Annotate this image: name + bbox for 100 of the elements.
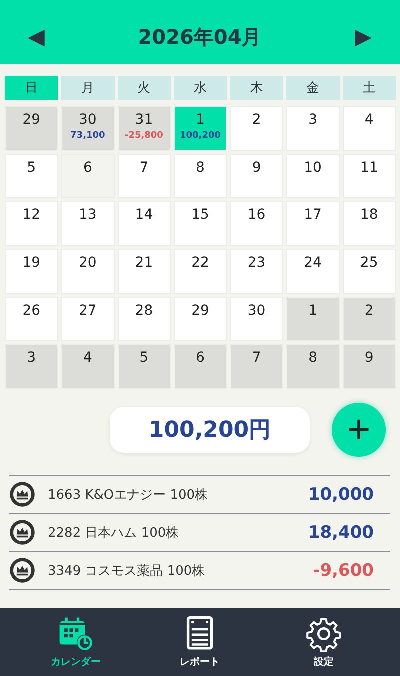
day-cell[interactable]: 23 [230,249,284,294]
day-number: 7 [140,160,149,176]
day-cell[interactable]: 5 [118,344,171,390]
day-number: 1 [196,112,205,128]
day-number: 3 [27,350,36,366]
day-number: 4 [83,350,92,366]
day-number: 1 [308,302,318,319]
day-cell[interactable]: 30 [230,296,284,342]
day-cell[interactable]: 3 [5,344,58,390]
day-number: 7 [252,350,262,366]
day-number: 3 [308,112,318,128]
add-button[interactable]: + [332,403,386,458]
stock-amount: 18,400 [308,522,374,543]
day-cell[interactable]: 2 [230,106,284,151]
day-number: 8 [196,160,205,176]
day-cell[interactable]: 6 [61,154,115,198]
day-cell[interactable]: 22 [174,249,228,294]
day-cell[interactable]: 8 [174,154,228,198]
weekday-header: 木 [230,76,284,100]
day-cell[interactable]: 1 100,200 [174,106,228,151]
day-cell[interactable]: 29 [174,296,228,342]
day-cell[interactable]: 18 [342,201,396,246]
day-number: 9 [364,350,374,366]
weekday-header: 金 [286,76,340,100]
crown-coin-icon [9,519,36,546]
day-number: 2 [364,302,374,319]
day-cell[interactable]: 31 -25,800 [118,106,171,151]
day-number: 10 [304,160,322,176]
day-cell[interactable]: 16 [230,201,284,246]
day-number: 2 [252,112,262,128]
day-number: 17 [304,207,322,224]
tab[interactable]: レポート [160,608,240,676]
day-number: 9 [252,160,262,176]
tab[interactable]: 設定 [284,608,364,676]
day-number: 8 [308,350,318,366]
stock-name: 3349 コスモス薬品 100株 [48,562,206,580]
day-number: 30 [248,302,266,319]
day-cell[interactable]: 5 [5,154,58,198]
day-cell[interactable]: 7 [118,154,171,198]
day-number: 27 [79,302,97,319]
day-number: 14 [135,207,154,224]
day-cell[interactable]: 26 [5,296,58,342]
day-cell[interactable]: 12 [5,201,58,246]
day-number: 4 [364,112,374,128]
day-number: 25 [360,255,378,272]
day-amount: 73,100 [70,131,106,141]
crown-coin-icon [9,557,36,584]
day-cell[interactable]: 1 [286,296,340,342]
day-number: 22 [192,255,210,272]
day-cell[interactable]: 4 [342,106,396,151]
tab[interactable]: カレンダー [36,608,116,676]
weekday-header: 水 [174,76,228,100]
day-cell[interactable]: 27 [61,296,115,342]
day-number: 26 [22,302,41,319]
day-cell[interactable]: 3 [286,106,340,151]
day-number: 29 [192,302,210,319]
day-cell[interactable]: 13 [61,201,115,246]
day-cell[interactable]: 17 [286,201,340,246]
weekday-header: 土 [342,76,396,100]
day-cell[interactable]: 6 [174,344,228,390]
stock-name: 2282 日本ハム 100株 [48,524,180,542]
day-cell[interactable]: 25 [342,249,396,294]
day-cell[interactable]: 24 [286,249,340,294]
day-number: 19 [22,255,41,272]
day-number: 11 [360,160,378,176]
day-cell[interactable]: 4 [61,344,115,390]
day-cell[interactable]: 9 [230,154,284,198]
day-cell[interactable]: 30 73,100 [61,106,115,151]
weekday-header: 火 [118,76,171,100]
day-number: 20 [79,255,97,272]
day-cell[interactable]: 28 [118,296,171,342]
day-cell[interactable]: 10 [286,154,340,198]
day-cell[interactable]: 9 [342,344,396,390]
stock-name: 1663 K&Oエナジー 100株 [48,486,210,504]
day-number: 5 [27,160,36,176]
day-cell[interactable]: 19 [5,249,58,294]
previous-month-button[interactable]: ◀ [20,24,53,50]
day-number: 13 [79,207,97,224]
day-cell[interactable]: 2 [342,296,396,342]
day-cell[interactable]: 20 [61,249,115,294]
day-number: 21 [135,255,154,272]
day-number: 18 [360,207,378,224]
day-cell[interactable]: 29 [5,106,58,151]
day-cell[interactable]: 7 [230,344,284,390]
day-cell[interactable]: 14 [118,201,171,246]
day-number: 23 [248,255,266,272]
day-number: 30 [79,112,97,128]
crown-coin-icon [9,481,36,508]
day-cell[interactable]: 21 [118,249,171,294]
day-number: 31 [135,112,154,128]
day-cell[interactable]: 8 [286,344,340,390]
weekday-header: 月 [61,76,115,100]
day-number: 29 [22,112,41,128]
day-number: 12 [22,207,41,224]
day-cell[interactable]: 11 [342,154,396,198]
next-month-button[interactable]: ▶ [347,24,380,50]
weekday-header: 日 [5,76,58,100]
calendar-clock-icon [58,616,94,652]
day-number: 24 [304,255,322,272]
day-cell[interactable]: 15 [174,201,228,246]
